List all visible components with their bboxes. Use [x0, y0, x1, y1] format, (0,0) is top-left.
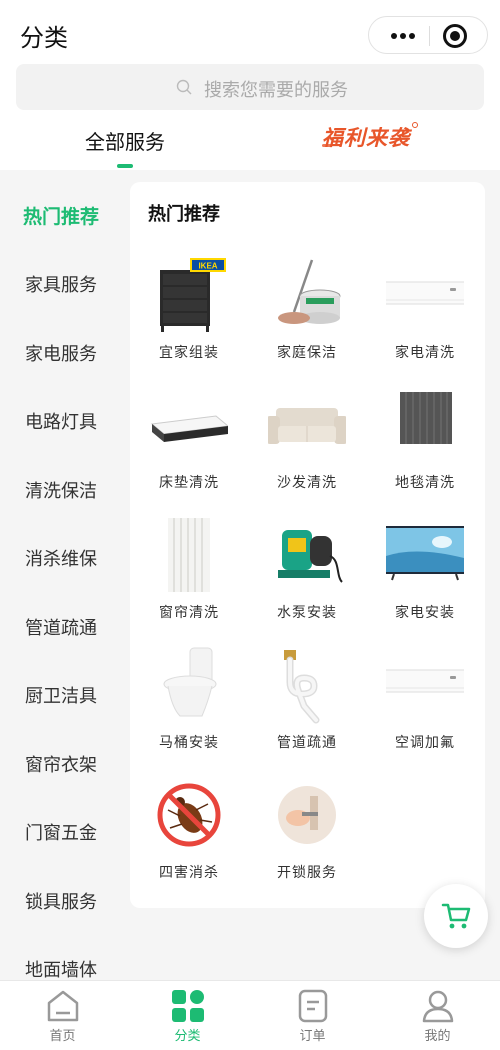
service-label: 家电清洗 — [395, 345, 455, 361]
sidebar-item[interactable]: 清洗保洁 — [0, 472, 122, 512]
sidebar-item[interactable]: 家具服务 — [0, 266, 122, 306]
service-appliance-cleaning[interactable]: 家电清洗 — [366, 256, 484, 376]
search-input[interactable]: 搜索您需要的服务 — [16, 64, 484, 110]
nav-label: 我的 — [424, 1029, 451, 1044]
sidebar-item[interactable]: 电路灯具 — [0, 403, 122, 443]
service-label: 马桶安装 — [159, 735, 219, 751]
service-label: 四害消杀 — [159, 865, 219, 881]
welfare-badge — [412, 122, 418, 128]
top-bar: 分类 — [0, 0, 500, 64]
service-home-cleaning[interactable]: 家庭保洁 — [248, 256, 366, 376]
service-label: 窗帘清洗 — [159, 605, 219, 621]
service-ac-refill[interactable]: 空调加氟 — [366, 646, 484, 766]
service-tabs: 全部服务 福利来袭 — [0, 112, 500, 170]
sidebar-item[interactable]: 地面墙体 — [0, 951, 122, 980]
search-placeholder: 搜索您需要的服务 — [204, 80, 348, 101]
service-label: 水泵安装 — [277, 605, 337, 621]
sidebar-item[interactable]: 管道疏通 — [0, 609, 122, 649]
air-conditioner-icon — [386, 669, 464, 693]
target-icon[interactable] — [443, 24, 467, 48]
category-body: 热门推荐 家具服务 家电服务 电路灯具 清洗保洁 消杀维保 管道疏通 厨卫洁具 … — [0, 170, 500, 980]
television-icon — [386, 526, 464, 581]
no-pest-icon — [157, 783, 221, 847]
welfare-streak — [322, 144, 332, 147]
sidebar-item[interactable]: 厨卫洁具 — [0, 677, 122, 717]
nav-label: 分类 — [174, 1029, 201, 1044]
sidebar-item[interactable]: 锁具服务 — [0, 883, 122, 923]
home-icon — [47, 990, 79, 1022]
service-label: 家电安装 — [395, 605, 455, 621]
tab-welfare[interactable]: 福利来袭 — [322, 122, 418, 152]
service-sofa-cleaning[interactable]: 沙发清洗 — [248, 386, 366, 506]
cart-button[interactable] — [424, 884, 488, 948]
service-toilet-install[interactable]: 马桶安装 — [130, 646, 248, 766]
service-lock-opening[interactable]: 开锁服务 — [248, 776, 366, 896]
door-lock-icon — [278, 786, 336, 844]
sidebar-item[interactable]: 门窗五金 — [0, 814, 122, 854]
ikea-badge: IKEA — [198, 262, 217, 271]
service-drain-unclog[interactable]: 管道疏通 — [248, 646, 366, 766]
service-carpet-cleaning[interactable]: 地毯清洗 — [366, 386, 484, 506]
sidebar-item[interactable]: 热门推荐 — [0, 197, 122, 237]
capsule-divider — [429, 26, 430, 46]
service-pest-control[interactable]: 四害消杀 — [130, 776, 248, 896]
service-label: 开锁服务 — [277, 865, 337, 881]
tab-all-services[interactable]: 全部服务 — [85, 126, 165, 155]
mop-bucket-icon — [278, 259, 341, 324]
air-conditioner-icon — [386, 281, 464, 305]
panel-title: 热门推荐 — [148, 204, 220, 225]
service-curtain-cleaning[interactable]: 窗帘清洗 — [130, 516, 248, 636]
shopping-cart-icon — [441, 903, 471, 929]
drain-pipe-icon — [284, 650, 320, 724]
service-label: 宜家组装 — [159, 345, 219, 361]
service-ikea-assembly[interactable]: IKEA 宜家组装 — [130, 256, 248, 376]
hot-services-panel: 热门推荐 IKEA 宜家组装 家庭保洁 家电清洗 床垫清洗 沙发清洗 地毯清洗 … — [130, 182, 485, 908]
bottom-navigation: 首页 分类 订单 我的 — [0, 980, 500, 1050]
mini-program-capsule — [368, 16, 488, 54]
service-label: 地毯清洗 — [395, 475, 455, 491]
welfare-label: 福利来袭 — [322, 125, 410, 150]
category-sidebar: 热门推荐 家具服务 家电服务 电路灯具 清洗保洁 消杀维保 管道疏通 厨卫洁具 … — [0, 170, 122, 980]
category-icon — [172, 990, 204, 1022]
service-appliance-install[interactable]: 家电安装 — [366, 516, 484, 636]
nav-category[interactable]: 分类 — [125, 981, 250, 1050]
service-label: 空调加氟 — [395, 735, 455, 751]
sidebar-item[interactable]: 消杀维保 — [0, 540, 122, 580]
nav-orders[interactable]: 订单 — [250, 981, 375, 1050]
sidebar-item[interactable]: 窗帘衣架 — [0, 746, 122, 786]
nav-label: 首页 — [49, 1029, 76, 1044]
service-label: 沙发清洗 — [277, 475, 337, 491]
profile-icon — [422, 990, 454, 1023]
service-water-pump[interactable]: 水泵安装 — [248, 516, 366, 636]
carpet-icon — [400, 392, 452, 444]
service-label: 床垫清洗 — [159, 475, 219, 491]
service-mattress-cleaning[interactable]: 床垫清洗 — [130, 386, 248, 506]
mattress-icon — [150, 415, 228, 442]
order-icon — [298, 989, 328, 1023]
active-tab-indicator — [117, 164, 133, 168]
nav-label: 订单 — [299, 1029, 326, 1044]
water-pump-icon — [278, 530, 343, 583]
search-icon — [176, 79, 192, 95]
ellipsis-icon[interactable] — [379, 17, 429, 55]
page-title: 分类 — [20, 24, 68, 52]
service-label: 管道疏通 — [277, 735, 337, 751]
toilet-icon — [163, 647, 217, 717]
nav-profile[interactable]: 我的 — [375, 981, 500, 1050]
sofa-icon — [268, 408, 346, 444]
nav-home[interactable]: 首页 — [0, 981, 125, 1050]
sidebar-item[interactable]: 家电服务 — [0, 335, 122, 375]
curtain-icon — [168, 518, 210, 592]
service-label: 家庭保洁 — [277, 345, 337, 361]
ikea-dresser-icon: IKEA — [160, 258, 226, 332]
